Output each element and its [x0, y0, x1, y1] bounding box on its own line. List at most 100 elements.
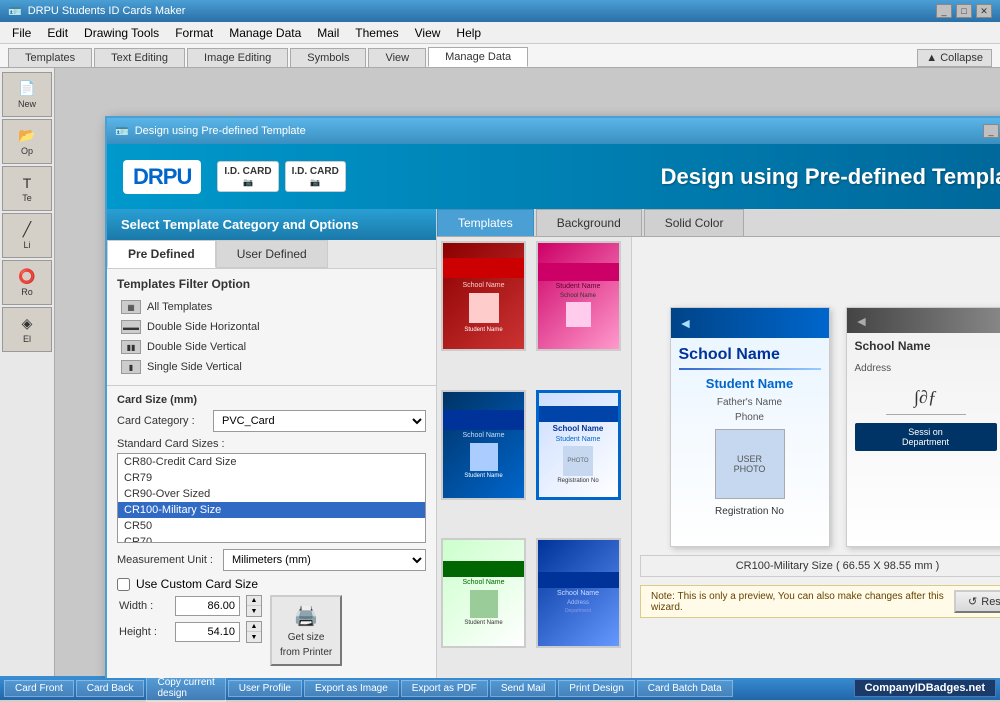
template-card-5[interactable]: School Name Student Name — [441, 538, 526, 648]
width-up-button[interactable]: ▲ — [247, 596, 261, 606]
template-grid[interactable]: School Name Student Name Student Name — [437, 237, 632, 678]
menu-themes[interactable]: Themes — [347, 24, 406, 42]
width-input[interactable] — [175, 596, 240, 616]
template-card-3[interactable]: School Name Student Name — [441, 390, 526, 500]
dialog-title-left: 🪪 Design using Pre-defined Template — [115, 125, 306, 138]
double-horizontal-icon: ▬▬ — [121, 320, 141, 334]
size-cr90[interactable]: CR90-Over Sized — [118, 486, 425, 502]
sizes-list[interactable]: CR80-Credit Card Size CR79 CR90-Over Siz… — [117, 453, 426, 543]
dialog-container: 🪪 Design using Pre-defined Template _ □ … — [105, 116, 1000, 678]
menu-manage-data[interactable]: Manage Data — [221, 24, 309, 42]
maximize-button[interactable]: □ — [956, 4, 972, 18]
height-down-button[interactable]: ▼ — [247, 632, 261, 642]
tab-user-defined[interactable]: User Defined — [216, 240, 328, 268]
taskbar-card-front[interactable]: Card Front — [4, 680, 74, 697]
all-templates-icon: ▦ — [121, 300, 141, 314]
taskbar-user-profile[interactable]: User Profile — [228, 680, 302, 697]
sidebar-item-text[interactable]: T Te — [2, 166, 52, 211]
close-button[interactable]: ✕ — [976, 4, 992, 18]
left-sidebar: 📄 New 📂 Op T Te ╱ Li ⭕ Ro ◈ El — [0, 68, 55, 678]
menu-file[interactable]: File — [4, 24, 39, 42]
dialog-title-bar: 🪪 Design using Pre-defined Template _ □ … — [107, 118, 1000, 144]
card-category-select[interactable]: PVC_Card — [213, 410, 426, 432]
preview-card-front: ◄ School Name Student Name Father's Name… — [670, 307, 830, 547]
sidebar-item-element[interactable]: ◈ El — [2, 307, 52, 352]
template-card-6[interactable]: School Name Address Department — [536, 538, 621, 648]
menu-format[interactable]: Format — [167, 24, 221, 42]
width-label: Width : — [119, 600, 169, 612]
sidebar-item-round[interactable]: ⭕ Ro — [2, 260, 52, 305]
height-up-button[interactable]: ▲ — [247, 622, 261, 632]
sidebar-item-new[interactable]: 📄 New — [2, 72, 52, 117]
menu-edit[interactable]: Edit — [39, 24, 76, 42]
open-icon: 📂 — [18, 127, 35, 144]
filter-double-vertical[interactable]: ▮▮ Double Side Vertical — [117, 337, 426, 357]
taskbar-print-design[interactable]: Print Design — [558, 680, 634, 697]
preview-photo: USERPHOTO — [715, 429, 785, 499]
size-cr80[interactable]: CR80-Credit Card Size — [118, 454, 425, 470]
height-spinner: ▲ ▼ — [246, 621, 262, 643]
size-cr79[interactable]: CR79 — [118, 470, 425, 486]
card-divider — [679, 368, 821, 370]
height-label: Height : — [119, 626, 169, 638]
tmpl-tab-background[interactable]: Background — [536, 209, 642, 236]
tab-pre-defined[interactable]: Pre Defined — [107, 240, 216, 268]
tab-view[interactable]: View — [368, 48, 426, 67]
filter-double-horizontal[interactable]: ▬▬ Double Side Horizontal — [117, 317, 426, 337]
size-cr50[interactable]: CR50 — [118, 518, 425, 534]
taskbar-copy-design[interactable]: Copy currentdesign — [146, 674, 225, 702]
text-icon: T — [23, 175, 32, 191]
measurement-label: Measurement Unit : — [117, 554, 217, 566]
preview-card-back: ◄ School Name Address ∫∂ƒ Sessi on Depar… — [846, 307, 1000, 547]
taskbar-card-batch[interactable]: Card Batch Data — [637, 680, 733, 697]
measurement-row: Measurement Unit : Milimeters (mm) — [117, 549, 426, 571]
preview-student-name: Student Name — [671, 372, 829, 395]
size-cr70[interactable]: CR70 — [118, 534, 425, 543]
app-title: DRPU Students ID Cards Maker — [28, 5, 186, 17]
minimize-button[interactable]: _ — [936, 4, 952, 18]
filter-all-templates[interactable]: ▦ All Templates — [117, 297, 426, 317]
get-size-button[interactable]: 🖨️ Get size from Printer — [270, 595, 342, 666]
id-card2-sub: 📷 — [292, 178, 339, 188]
filter-single-vertical[interactable]: ▮ Single Side Vertical — [117, 357, 426, 377]
menu-mail[interactable]: Mail — [309, 24, 347, 42]
id-card-label: I.D. CARD — [224, 166, 271, 178]
dialog-minimize-button[interactable]: _ — [983, 124, 999, 138]
filter-title: Templates Filter Option — [117, 277, 426, 291]
menu-help[interactable]: Help — [448, 24, 489, 42]
size-cr100[interactable]: CR100-Military Size — [118, 502, 425, 518]
menu-drawing-tools[interactable]: Drawing Tools — [76, 24, 167, 42]
template-card-4[interactable]: School Name Student Name PHOTO Registrat… — [536, 390, 621, 500]
sidebar-item-open[interactable]: 📂 Op — [2, 119, 52, 164]
height-input[interactable] — [175, 622, 240, 642]
template-card-2[interactable]: Student Name School Name — [536, 241, 621, 351]
standard-sizes-label: Standard Card Sizes : — [117, 438, 426, 450]
toolbar-tabs: Templates Text Editing Image Editing Sym… — [0, 44, 1000, 68]
tmpl-tab-templates[interactable]: Templates — [437, 209, 534, 236]
banner-title: Design using Pre-defined Template — [661, 164, 1000, 190]
taskbar-card-back[interactable]: Card Back — [76, 680, 145, 697]
taskbar-export-pdf[interactable]: Export as PDF — [401, 680, 488, 697]
tab-manage-data[interactable]: Manage Data — [428, 47, 528, 67]
preview-session: Sessi on Department — [855, 423, 997, 451]
tab-text-editing[interactable]: Text Editing — [94, 48, 185, 67]
collapse-button[interactable]: ▲ Collapse — [917, 49, 992, 67]
taskbar-send-mail[interactable]: Send Mail — [490, 680, 556, 697]
taskbar-export-image[interactable]: Export as Image — [304, 680, 399, 697]
get-size-line1: Get size — [288, 632, 325, 643]
preview-school-name: School Name — [671, 338, 829, 366]
tab-templates[interactable]: Templates — [8, 48, 92, 67]
sidebar-item-line[interactable]: ╱ Li — [2, 213, 52, 258]
custom-size-checkbox[interactable] — [117, 578, 130, 591]
menu-view[interactable]: View — [407, 24, 449, 42]
template-card-1[interactable]: School Name Student Name — [441, 241, 526, 351]
reset-button[interactable]: ↺ Reset — [954, 590, 1000, 613]
tab-image-editing[interactable]: Image Editing — [187, 48, 288, 67]
width-down-button[interactable]: ▼ — [247, 606, 261, 616]
preview-reg-no: Registration No — [671, 503, 829, 520]
measurement-select[interactable]: Milimeters (mm) — [223, 549, 426, 571]
tab-symbols[interactable]: Symbols — [290, 48, 366, 67]
panel-header: Select Template Category and Options — [107, 209, 436, 240]
preview-phone: Phone — [671, 410, 829, 425]
tmpl-tab-solid-color[interactable]: Solid Color — [644, 209, 745, 236]
